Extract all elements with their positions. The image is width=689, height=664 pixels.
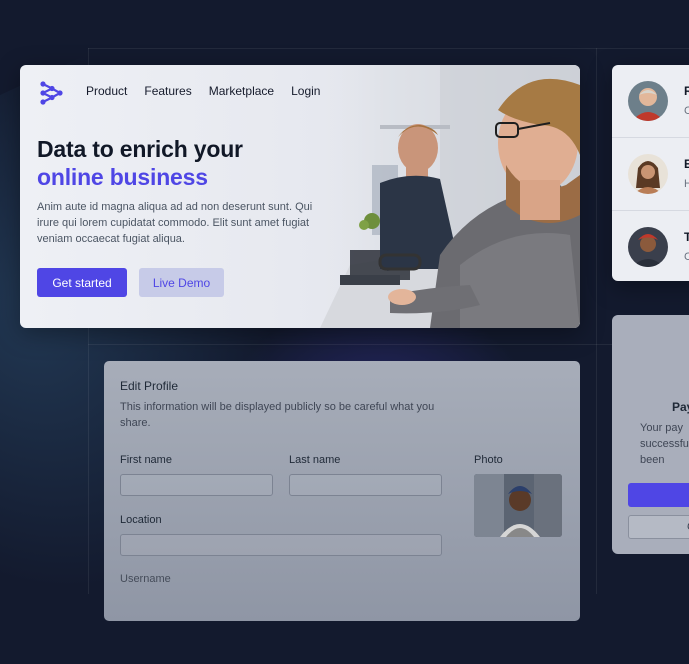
payment-card: Pay Your pay successful has been C xyxy=(612,315,689,554)
brand-logo-icon xyxy=(40,81,63,105)
payment-title: Pay xyxy=(672,400,689,414)
profile-photo[interactable] xyxy=(474,474,562,537)
location-label: Location xyxy=(120,514,162,526)
live-demo-button[interactable]: Live Demo xyxy=(139,268,224,297)
list-item-subtitle: H xyxy=(684,178,689,190)
nav-features[interactable]: Features xyxy=(144,84,191,98)
edit-profile-card: Edit Profile This information will be di… xyxy=(104,361,580,621)
hero-card: Product Features Marketplace Login Data … xyxy=(20,65,580,328)
list-item-name: T xyxy=(684,230,689,244)
last-name-label: Last name xyxy=(289,454,341,466)
payment-message: Your pay successful has been xyxy=(640,422,689,466)
username-label: Username xyxy=(120,573,171,585)
nav-marketplace[interactable]: Marketplace xyxy=(209,84,274,98)
location-input[interactable] xyxy=(120,534,442,556)
avatar xyxy=(628,227,668,267)
list-item[interactable]: T C xyxy=(612,211,689,281)
avatar xyxy=(628,154,668,194)
first-name-label: First name xyxy=(120,454,172,466)
hero-headline-line1: Data to enrich your xyxy=(37,136,243,162)
list-item-subtitle: C xyxy=(684,251,689,263)
hero-office-photo xyxy=(320,65,580,328)
payment-primary-button[interactable] xyxy=(628,483,689,507)
team-list-card: R C E H T C xyxy=(612,65,689,281)
frame-line-right xyxy=(596,48,597,594)
hero-body: Anim aute id magna aliqua ad ad non dese… xyxy=(37,201,313,245)
payment-secondary-button[interactable]: C xyxy=(628,515,689,539)
nav-product[interactable]: Product xyxy=(86,84,127,98)
last-name-input[interactable] xyxy=(289,474,442,496)
frame-line-top xyxy=(88,48,689,49)
list-item[interactable]: R C xyxy=(612,65,689,138)
list-item[interactable]: E H xyxy=(612,138,689,211)
list-item-subtitle: C xyxy=(684,105,689,117)
nav-login[interactable]: Login xyxy=(291,84,320,98)
photo-label: Photo xyxy=(474,454,503,466)
frame-line-middle xyxy=(88,344,689,345)
edit-profile-title: Edit Profile xyxy=(120,379,179,393)
list-item-name: R xyxy=(684,84,689,98)
avatar xyxy=(628,81,668,121)
edit-profile-description: This information will be displayed publi… xyxy=(120,401,435,429)
get-started-button[interactable]: Get started xyxy=(37,268,127,297)
main-nav: Product Features Marketplace Login xyxy=(86,84,337,98)
hero-headline-line2: online business xyxy=(37,164,208,190)
list-item-name: E xyxy=(684,157,689,171)
hero-headline: Data to enrich your online business xyxy=(37,135,243,191)
first-name-input[interactable] xyxy=(120,474,273,496)
